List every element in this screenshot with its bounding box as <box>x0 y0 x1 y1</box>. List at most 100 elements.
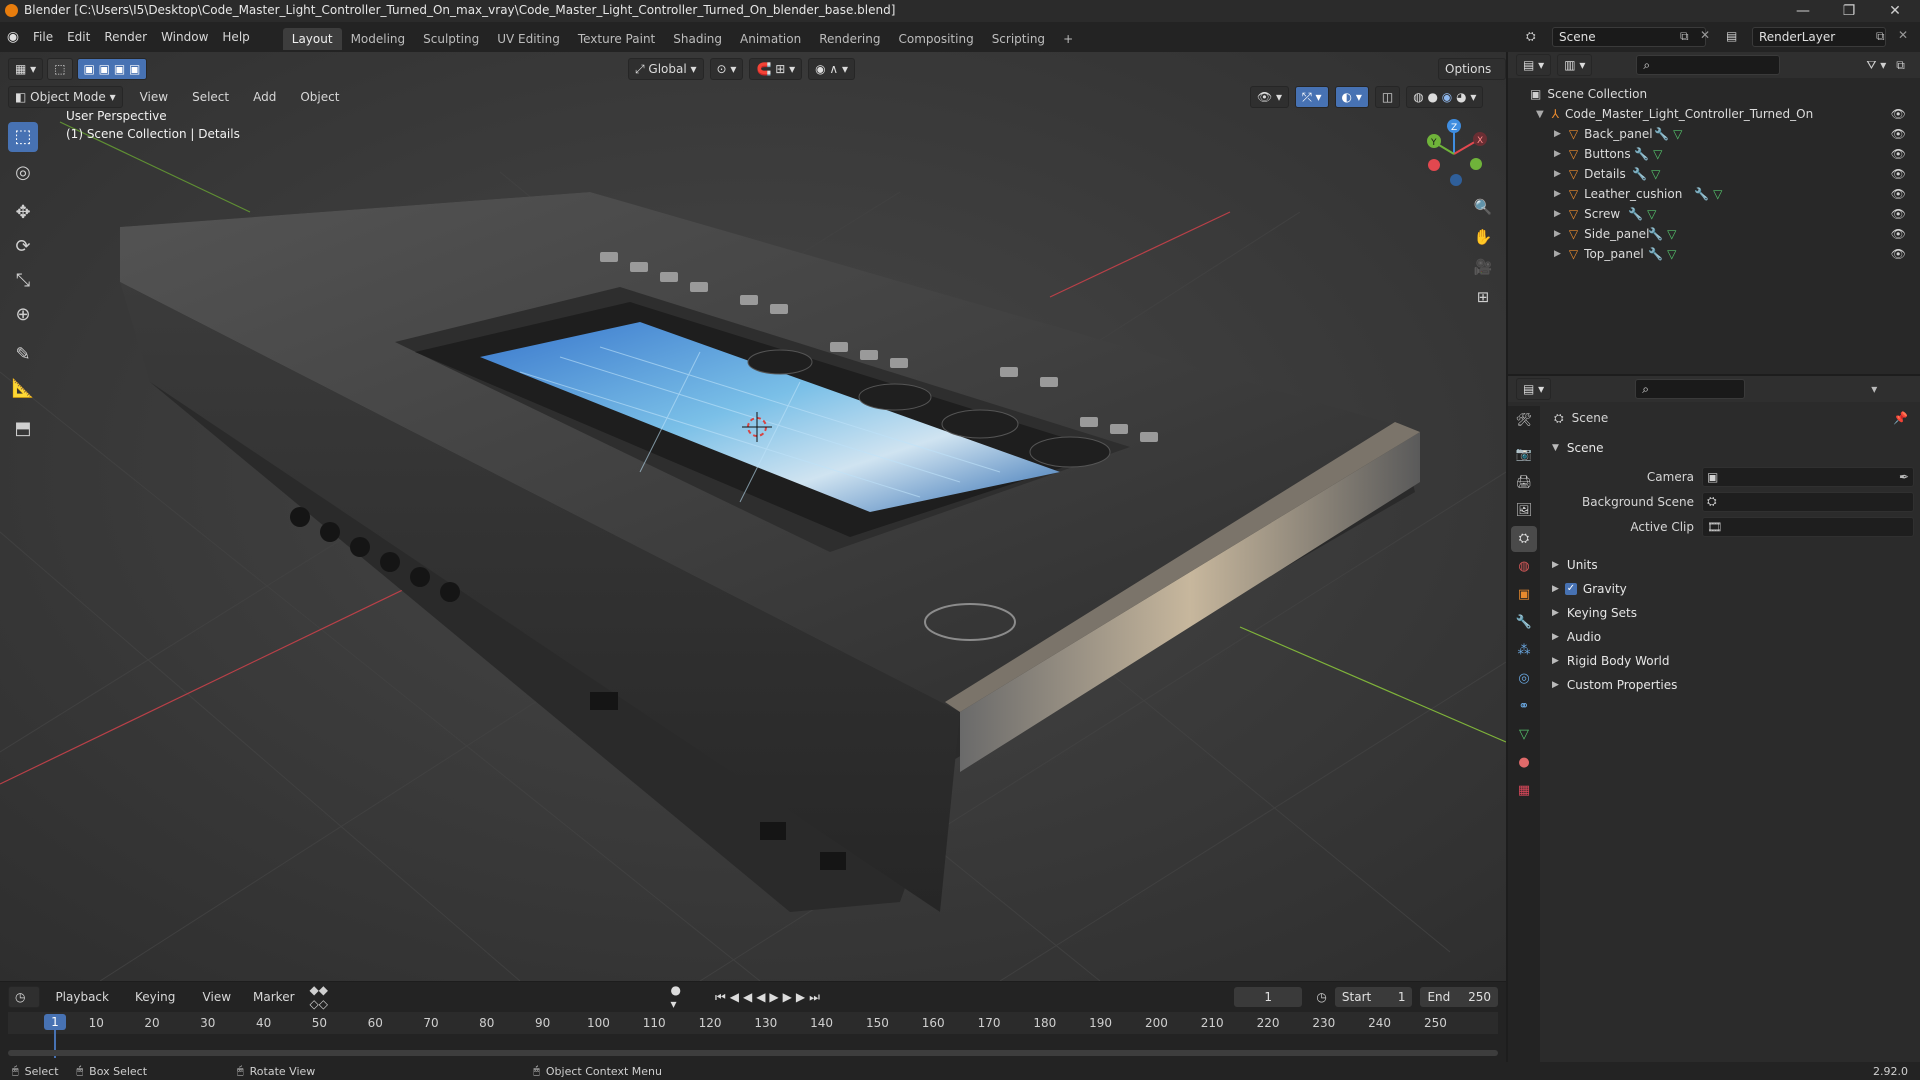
tab-shading[interactable]: Shading <box>664 28 731 50</box>
visibility-eye-icon[interactable]: 👁 <box>1891 167 1906 181</box>
tab-scripting[interactable]: Scripting <box>983 28 1054 50</box>
measure-tool[interactable]: 📐 <box>8 374 38 404</box>
modifier-tab-icon[interactable]: 🔧 <box>1511 610 1537 636</box>
texture-tab-icon[interactable]: ▦ <box>1511 778 1537 804</box>
tab-modeling[interactable]: Modeling <box>342 28 415 50</box>
scene-tab-icon[interactable]: ⛭ <box>1511 526 1537 552</box>
tree-row-object[interactable]: ▶ ▽ Back_panel 🔧 ▽ 👁 <box>1508 124 1920 144</box>
visibility-eye-icon[interactable]: 👁 <box>1891 207 1906 221</box>
rigid-body-world-panel-header[interactable]: ▶ Rigid Body World <box>1544 649 1916 673</box>
properties-search-input[interactable]: ⌕ <box>1635 379 1746 399</box>
gizmo-toggle[interactable]: ⤱ ▾ <box>1295 86 1329 108</box>
viewport-menu-view[interactable]: View <box>133 86 175 108</box>
menu-file[interactable]: File <box>26 22 60 52</box>
scene-panel-header[interactable]: ▼ Scene <box>1544 436 1916 460</box>
expand-arrow-icon[interactable]: ▶ <box>1554 229 1561 239</box>
scale-tool[interactable]: ⤡ <box>8 266 38 296</box>
particles-tab-icon[interactable]: ⁂ <box>1511 638 1537 664</box>
menu-help[interactable]: Help <box>215 22 256 52</box>
viewport-scene[interactable] <box>0 52 1506 981</box>
tab-uv-editing[interactable]: UV Editing <box>488 28 569 50</box>
camera-view-icon[interactable]: 🎥 <box>1468 252 1498 282</box>
move-tool[interactable]: ✥ <box>8 198 38 228</box>
pivot-point-dropdown[interactable]: ⊙ ▾ <box>709 58 744 80</box>
playhead-marker[interactable]: 1 <box>44 1014 66 1030</box>
outliner-editor-type[interactable]: ▤ ▾ <box>1516 54 1552 76</box>
shading-modes[interactable]: ◍ ● ◉ ◕ ▾ <box>1406 86 1484 108</box>
render-tab-icon[interactable]: 📷 <box>1511 442 1537 468</box>
timeline-scrollbar[interactable] <box>8 1050 1498 1056</box>
camera-field[interactable]: ▣ ✒ <box>1702 466 1914 487</box>
cursor-tool[interactable]: ◎ <box>8 158 38 188</box>
data-tab-icon[interactable]: ▽ <box>1511 722 1537 748</box>
add-workspace-button[interactable]: + <box>1054 28 1082 50</box>
rotate-tool[interactable]: ⟳ <box>8 232 38 262</box>
expand-arrow-icon[interactable]: ▶ <box>1554 209 1561 219</box>
annotate-tool[interactable]: ✎ <box>8 340 38 370</box>
expand-arrow-icon[interactable]: ▶ <box>1554 189 1561 199</box>
expand-arrow-icon[interactable]: ▶ <box>1554 249 1561 259</box>
ortho-grid-icon[interactable]: ⊞ <box>1468 282 1498 312</box>
add-cube-tool[interactable]: ⬒ <box>8 414 38 444</box>
new-collection-icon[interactable]: ⧉ <box>1896 58 1905 73</box>
viewport-menu-add[interactable]: Add <box>246 86 283 108</box>
filter-icon[interactable]: ⛛ ▾ <box>1866 58 1886 73</box>
snap-dropdown[interactable]: 🧲 ⊞ ▾ <box>749 58 803 80</box>
tool-tab-icon[interactable]: 🛠 <box>1511 408 1537 434</box>
display-mode-dropdown[interactable]: ▥ ▾ <box>1557 54 1593 76</box>
background-scene-field[interactable]: ⛭ <box>1702 491 1914 512</box>
pin-icon[interactable]: 📌 <box>1893 411 1908 425</box>
active-clip-field[interactable]: 🎞 <box>1702 516 1914 537</box>
physics-tab-icon[interactable]: ◎ <box>1511 666 1537 692</box>
select-mode-icons[interactable]: ▣ ▣ ▣ ▣ <box>76 58 148 80</box>
transform-tool[interactable]: ⊕ <box>8 300 38 330</box>
tree-row-object[interactable]: ▶ ▽ Side_panel 🔧 ▽ 👁 <box>1508 224 1920 244</box>
object-mode-dropdown[interactable]: ◧ Object Mode ▾ <box>8 86 123 108</box>
gravity-panel-header[interactable]: ▶ ✓ Gravity <box>1544 577 1916 601</box>
material-tab-icon[interactable]: ● <box>1511 750 1537 776</box>
tab-texture-paint[interactable]: Texture Paint <box>569 28 664 50</box>
visibility-dropdown[interactable]: 👁 ▾ <box>1250 86 1290 108</box>
visibility-eye-icon[interactable]: 👁 <box>1891 187 1906 201</box>
visibility-eye-icon[interactable]: 👁 <box>1891 147 1906 161</box>
properties-options-icon[interactable]: ▾ <box>1871 382 1877 396</box>
select-tool-icon[interactable]: ⬚ <box>47 58 73 80</box>
viewport-menu-select[interactable]: Select <box>185 86 236 108</box>
expand-arrow-icon[interactable]: ▶ <box>1554 149 1561 159</box>
tab-sculpting[interactable]: Sculpting <box>414 28 488 50</box>
visibility-eye-icon[interactable]: 👁 <box>1891 127 1906 141</box>
delete-layer-icon[interactable]: ✕ <box>1898 28 1908 42</box>
overlay-toggle[interactable]: ◐ ▾ <box>1334 86 1369 108</box>
tree-row-object[interactable]: ▶ ▽ Screw 🔧 ▽ 👁 <box>1508 204 1920 224</box>
new-scene-icon[interactable]: ⧉ <box>1680 29 1689 44</box>
axis-gizmo-icon[interactable]: Z X Y <box>1414 114 1492 192</box>
custom-properties-panel-header[interactable]: ▶ Custom Properties <box>1544 673 1916 697</box>
delete-scene-icon[interactable]: ✕ <box>1700 28 1710 42</box>
visibility-eye-icon[interactable]: 👁 <box>1891 227 1906 241</box>
close-button[interactable]: ✕ <box>1872 0 1918 22</box>
visibility-eye-icon[interactable]: 👁 <box>1891 247 1906 261</box>
tree-row-object[interactable]: ▶ ▽ Buttons 🔧 ▽ 👁 <box>1508 144 1920 164</box>
object-tab-icon[interactable]: ▣ <box>1511 582 1537 608</box>
blender-menu-icon[interactable]: ◉ <box>0 29 26 45</box>
zoom-icon[interactable]: 🔍 <box>1468 192 1498 222</box>
minimize-button[interactable]: — <box>1780 0 1826 22</box>
menu-window[interactable]: Window <box>154 22 215 52</box>
tab-animation[interactable]: Animation <box>731 28 810 50</box>
tree-row-object[interactable]: ▶ ▽ Leather_cushion 🔧 ▽ 👁 <box>1508 184 1920 204</box>
navigation-gizmo[interactable]: Z X Y <box>1414 114 1492 192</box>
world-tab-icon[interactable]: ◍ <box>1511 554 1537 580</box>
menu-render[interactable]: Render <box>97 22 154 52</box>
scene-selector-icon[interactable]: ⛭ <box>1526 29 1536 44</box>
tab-layout[interactable]: Layout <box>282 28 342 50</box>
units-panel-header[interactable]: ▶ Units <box>1544 553 1916 577</box>
viewport-menu-object[interactable]: Object <box>293 86 346 108</box>
view-layer-tab-icon[interactable]: 🖼 <box>1511 498 1537 524</box>
output-tab-icon[interactable]: 🖨 <box>1511 470 1537 496</box>
tree-row-scene-collection[interactable]: ▣ Scene Collection <box>1508 84 1920 104</box>
outliner-search-input[interactable]: ⌕ <box>1636 55 1781 75</box>
visibility-eye-icon[interactable]: 👁 <box>1891 107 1906 121</box>
audio-panel-header[interactable]: ▶ Audio <box>1544 625 1916 649</box>
tab-rendering[interactable]: Rendering <box>810 28 889 50</box>
transform-orientation-dropdown[interactable]: ⤢ Global ▾ <box>628 58 704 80</box>
